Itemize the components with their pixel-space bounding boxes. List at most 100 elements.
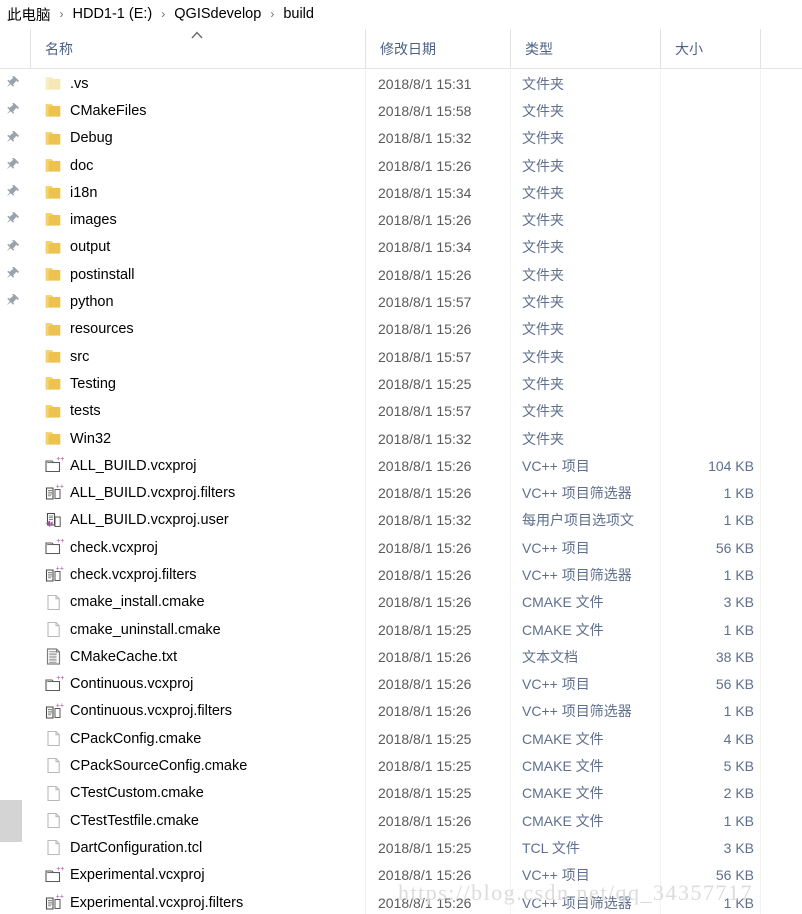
file-size: 1 KB bbox=[723, 894, 754, 911]
column-header-2[interactable]: 类型 bbox=[510, 29, 660, 69]
vertical-scrollbar[interactable] bbox=[0, 70, 22, 914]
file-explorer-window: 此电脑 › HDD1-1 (E:) › QGISdevelop › build 名称 修改日期… bbox=[0, 0, 802, 914]
file-row[interactable]: CMakeCache.txt 2018/8/1 15:26 文本文档 38 KB bbox=[0, 643, 802, 670]
file-type: 文本文档 bbox=[522, 648, 578, 665]
file-row[interactable]: ++ check.vcxproj.filters 2018/8/1 15:26 VC+… bbox=[0, 561, 802, 588]
file-row[interactable]: doc 2018/8/1 15:26 文件夹 bbox=[0, 152, 802, 179]
file-row[interactable]: i18n 2018/8/1 15:34 文件夹 bbox=[0, 179, 802, 206]
column-header-3[interactable]: 大小 bbox=[660, 29, 760, 69]
file-name: CTestCustom.cmake bbox=[70, 785, 204, 802]
file-row[interactable]: .vs 2018/8/1 15:31 文件夹 bbox=[0, 70, 802, 97]
file-type: VC++ 项目 bbox=[522, 867, 590, 884]
breadcrumb: 此电脑 › HDD1-1 (E:) › QGISdevelop › build bbox=[0, 0, 802, 28]
svg-text:++: ++ bbox=[56, 675, 64, 682]
file-size: 56 KB bbox=[715, 867, 754, 884]
file-row[interactable]: CMakeFiles 2018/8/1 15:58 文件夹 bbox=[0, 97, 802, 124]
file-row[interactable]: ++ check.vcxproj 2018/8/1 15:26 VC++ 项目 56 K… bbox=[0, 534, 802, 561]
file-date-modified: 2018/8/1 15:57 bbox=[378, 403, 472, 420]
file-row[interactable]: Win32 2018/8/1 15:32 文件夹 bbox=[0, 425, 802, 452]
file-date-modified: 2018/8/1 15:58 bbox=[378, 102, 472, 119]
folder-icon bbox=[44, 210, 64, 229]
file-date-modified: 2018/8/1 15:25 bbox=[378, 621, 472, 638]
file-name: i18n bbox=[70, 184, 98, 201]
scrollbar-thumb[interactable] bbox=[0, 800, 22, 842]
file-row[interactable]: CPackConfig.cmake 2018/8/1 15:25 CMAKE 文件 4… bbox=[0, 725, 802, 752]
breadcrumb-item-2[interactable]: QGISdevelop bbox=[171, 6, 264, 22]
file-row[interactable]: output 2018/8/1 15:34 文件夹 bbox=[0, 234, 802, 261]
file-date-modified: 2018/8/1 15:32 bbox=[378, 512, 472, 529]
file-row[interactable]: DartConfiguration.tcl 2018/8/1 15:25 TCL 文… bbox=[0, 834, 802, 861]
file-date-modified: 2018/8/1 15:26 bbox=[378, 539, 472, 556]
file-date-modified: 2018/8/1 15:25 bbox=[378, 839, 472, 856]
file-row[interactable]: ++ ALL_BUILD.vcxproj.filters 2018/8/1 15:2… bbox=[0, 479, 802, 506]
svg-text:++: ++ bbox=[56, 538, 64, 545]
file-size bbox=[660, 70, 754, 97]
file-row[interactable]: postinstall 2018/8/1 15:26 文件夹 bbox=[0, 261, 802, 288]
file-row[interactable]: ++ Continuous.vcxproj.filters 2018/8/1 15:… bbox=[0, 698, 802, 725]
file-list[interactable]: .vs 2018/8/1 15:31 文件夹 CMakeFiles 2018/8/1 1… bbox=[0, 70, 802, 914]
file-date-modified: 2018/8/1 15:31 bbox=[378, 75, 472, 92]
file-date-modified: 2018/8/1 15:25 bbox=[378, 375, 472, 392]
file-row[interactable]: cmake_install.cmake 2018/8/1 15:26 CMAKE 文… bbox=[0, 589, 802, 616]
file-name: output bbox=[70, 239, 111, 256]
blank-file-icon bbox=[44, 784, 64, 803]
file-size: 1 KB bbox=[723, 512, 754, 529]
file-row[interactable]: ++ Continuous.vcxproj 2018/8/1 15:26 VC++ 项… bbox=[0, 671, 802, 698]
file-date-modified: 2018/8/1 15:34 bbox=[378, 184, 472, 201]
file-type: CMAKE 文件 bbox=[522, 812, 604, 829]
blank-file-icon bbox=[44, 729, 64, 748]
file-type: CMAKE 文件 bbox=[522, 785, 604, 802]
file-name: cmake_install.cmake bbox=[70, 594, 205, 611]
vcxproj-user-icon bbox=[44, 511, 64, 530]
file-size bbox=[660, 370, 754, 397]
file-row[interactable]: Testing 2018/8/1 15:25 文件夹 bbox=[0, 370, 802, 397]
file-row[interactable]: tests 2018/8/1 15:57 文件夹 bbox=[0, 398, 802, 425]
file-row[interactable]: ALL_BUILD.vcxproj.user 2018/8/1 15:32 每用户项… bbox=[0, 507, 802, 534]
breadcrumb-item-3[interactable]: build bbox=[280, 6, 317, 22]
file-name: Continuous.vcxproj.filters bbox=[70, 703, 232, 720]
file-type: 文件夹 bbox=[522, 375, 564, 392]
folder-icon bbox=[44, 265, 64, 284]
file-row[interactable]: images 2018/8/1 15:26 文件夹 bbox=[0, 206, 802, 233]
breadcrumb-item-1[interactable]: HDD1-1 (E:) bbox=[70, 6, 156, 22]
file-row[interactable]: Debug 2018/8/1 15:32 文件夹 bbox=[0, 125, 802, 152]
folder-icon bbox=[44, 429, 64, 448]
breadcrumb-separator-icon: › bbox=[59, 7, 64, 21]
file-row[interactable]: resources 2018/8/1 15:26 文件夹 bbox=[0, 316, 802, 343]
file-row[interactable]: CTestTestfile.cmake 2018/8/1 15:26 CMAKE 文… bbox=[0, 807, 802, 834]
file-name: resources bbox=[70, 321, 134, 338]
file-row[interactable]: ++ ALL_BUILD.vcxproj 2018/8/1 15:26 VC++ 项目… bbox=[0, 452, 802, 479]
blank-file-icon bbox=[44, 620, 64, 639]
text-file-icon bbox=[44, 647, 64, 666]
column-header-label: 修改日期 bbox=[380, 41, 436, 57]
folder-icon bbox=[44, 238, 64, 257]
file-date-modified: 2018/8/1 15:32 bbox=[378, 130, 472, 147]
file-type: VC++ 项目筛选器 bbox=[522, 894, 632, 911]
file-name: CPackSourceConfig.cmake bbox=[70, 758, 248, 775]
file-date-modified: 2018/8/1 15:26 bbox=[378, 594, 472, 611]
file-row[interactable]: ++ Experimental.vcxproj.filters 2018/8/1 1… bbox=[0, 889, 802, 914]
file-size: 2 KB bbox=[723, 785, 754, 802]
column-header-label: 类型 bbox=[525, 41, 553, 57]
file-date-modified: 2018/8/1 15:25 bbox=[378, 758, 472, 775]
file-date-modified: 2018/8/1 15:57 bbox=[378, 348, 472, 365]
file-date-modified: 2018/8/1 15:32 bbox=[378, 430, 472, 447]
file-size: 1 KB bbox=[723, 485, 754, 502]
column-header-label: 名称 bbox=[45, 41, 73, 57]
file-type: CMAKE 文件 bbox=[522, 621, 604, 638]
column-header-1[interactable]: 修改日期 bbox=[365, 29, 510, 69]
file-row[interactable]: CPackSourceConfig.cmake 2018/8/1 15:25 CMA… bbox=[0, 752, 802, 779]
file-row[interactable]: python 2018/8/1 15:57 文件夹 bbox=[0, 288, 802, 315]
file-size bbox=[660, 97, 754, 124]
file-row[interactable]: cmake_uninstall.cmake 2018/8/1 15:25 CMAKE… bbox=[0, 616, 802, 643]
folder-icon bbox=[44, 347, 64, 366]
file-row[interactable]: ++ Experimental.vcxproj 2018/8/1 15:26 VC++… bbox=[0, 862, 802, 889]
file-type: TCL 文件 bbox=[522, 839, 580, 856]
svg-text:++: ++ bbox=[56, 566, 64, 573]
file-row[interactable]: CTestCustom.cmake 2018/8/1 15:25 CMAKE 文件 2… bbox=[0, 780, 802, 807]
vcxproj-icon: ++ bbox=[44, 675, 64, 694]
file-date-modified: 2018/8/1 15:57 bbox=[378, 294, 472, 311]
breadcrumb-item-0[interactable]: 此电脑 bbox=[4, 4, 54, 25]
file-row[interactable]: src 2018/8/1 15:57 文件夹 bbox=[0, 343, 802, 370]
file-name: DartConfiguration.tcl bbox=[70, 839, 203, 856]
